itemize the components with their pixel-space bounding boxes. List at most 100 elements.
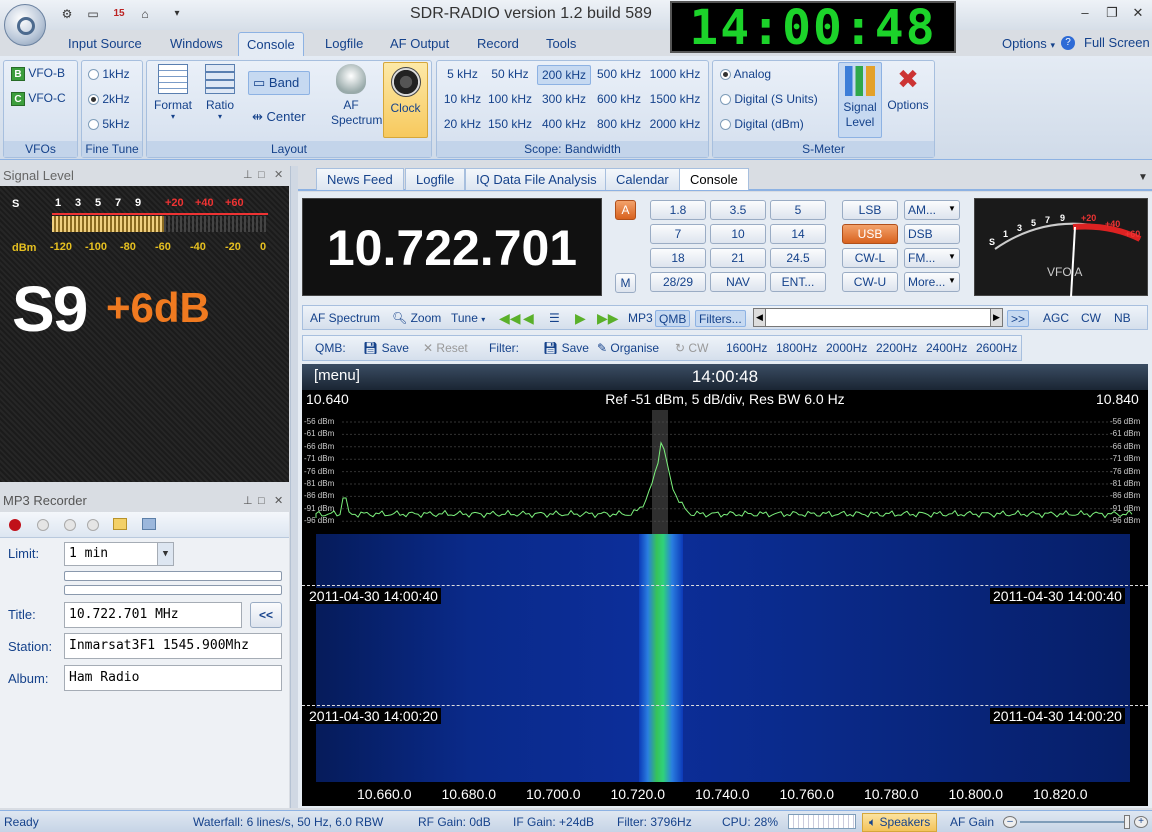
panel-splitter[interactable] <box>290 166 298 808</box>
pin-icon[interactable]: ⊥ <box>243 491 253 511</box>
mode-button-cwl[interactable]: CW-L <box>842 248 898 268</box>
mode-button-usb[interactable]: USB <box>842 224 898 244</box>
scope-bw-10khz[interactable]: 10 kHz <box>440 90 485 110</box>
calendar-icon[interactable]: 15 <box>110 6 128 22</box>
close-icon[interactable]: ✕ <box>1126 4 1150 22</box>
minimize-icon[interactable]: – <box>1073 4 1097 22</box>
band-button[interactable]: ▭ Band <box>248 71 310 95</box>
restore-icon[interactable]: ❐ <box>1100 4 1124 22</box>
folder-icon[interactable] <box>113 518 127 530</box>
vfo-a-button[interactable]: A <box>615 200 636 220</box>
scope-bw-800khz[interactable]: 800 kHz <box>592 115 646 135</box>
center-button[interactable]: ⇹ Center <box>252 109 306 125</box>
cw-tool[interactable]: CW <box>1081 310 1101 327</box>
qmb-tool[interactable]: QMB <box>655 310 691 327</box>
monitor-icon[interactable]: ▭ <box>84 6 102 22</box>
forward-icon[interactable]: ▶ <box>575 310 586 327</box>
mode-button-lsb[interactable]: LSB <box>842 200 898 220</box>
list-icon[interactable]: ☰ <box>549 310 560 327</box>
back-icon[interactable]: ◀ <box>523 310 534 327</box>
scope-bw-200khz[interactable]: 200 kHz <box>537 65 591 85</box>
cw-filter-button[interactable]: ↻ CW <box>675 340 708 357</box>
scope-bw-600khz[interactable]: 600 kHz <box>592 90 646 110</box>
title-field[interactable]: 10.722.701 MHz <box>64 602 242 628</box>
more-tool[interactable]: >> <box>1007 310 1030 327</box>
format-button[interactable]: Format ▾ <box>150 64 196 121</box>
tab-console-doc[interactable]: Console <box>679 168 749 190</box>
filter-preset-2400hz[interactable]: 2400Hz <box>926 340 967 357</box>
af-spectrum-tool[interactable]: AF Spectrum <box>310 310 380 327</box>
band-button-35[interactable]: 3.5 <box>710 200 766 220</box>
mode-button-cwu[interactable]: CW-U <box>842 272 898 292</box>
filter-preset-2000hz[interactable]: 2000Hz <box>826 340 867 357</box>
band-button-nav[interactable]: NAV <box>710 272 766 292</box>
tuning-scrollbar[interactable]: ◀ ▶ <box>753 308 1003 327</box>
gear-icon[interactable]: ⚙ <box>58 6 76 22</box>
zoom-tool[interactable]: 🔍︎ Zoom <box>392 310 441 327</box>
scope-bw-150khz[interactable]: 150 kHz <box>485 115 535 135</box>
album-field[interactable]: Ham Radio <box>64 665 282 691</box>
scope-bw-300khz[interactable]: 300 kHz <box>537 90 591 110</box>
band-button-10[interactable]: 10 <box>710 224 766 244</box>
filter-preset-1600hz[interactable]: 1600Hz <box>726 340 767 357</box>
app-menu-button[interactable] <box>4 4 46 46</box>
band-button-5[interactable]: 5 <box>770 200 826 220</box>
mode-button-dsb[interactable]: DSB <box>904 224 960 244</box>
home-icon[interactable]: ⌂ <box>136 6 154 22</box>
band-button-14[interactable]: 14 <box>770 224 826 244</box>
vfo-c-button[interactable]: C VFO-C <box>11 91 66 106</box>
tab-console[interactable]: Console <box>238 32 304 56</box>
scope-bw-50khz[interactable]: 50 kHz <box>485 65 535 85</box>
af-gain-plus-icon[interactable]: + <box>1134 816 1148 828</box>
frequency-display[interactable]: 10.722.701 <box>302 198 602 296</box>
record-icon[interactable] <box>9 519 21 531</box>
station-field[interactable]: Inmarsat3F1 1545.900Mhz <box>64 633 282 659</box>
spectrum-plot[interactable]: -56 dBm -61 dBm -66 dBm -71 dBm -76 dBm -81 d… <box>302 410 1148 534</box>
copy-frequency-button[interactable]: << <box>250 602 282 628</box>
band-button-2829[interactable]: 28/29 <box>650 272 706 292</box>
float-icon[interactable]: □ <box>258 166 265 185</box>
limit-select[interactable]: 1 min ▼ <box>64 542 174 566</box>
band-button-18[interactable]: 1.8 <box>650 200 706 220</box>
qmb-reset-button[interactable]: ✕ Reset <box>423 340 468 357</box>
af-gain-thumb[interactable] <box>1124 815 1130 829</box>
help-icon[interactable]: ? <box>1061 36 1075 50</box>
chevron-down-icon[interactable]: ▼ <box>157 543 173 565</box>
full-screen-button[interactable]: Full Screen <box>1084 35 1150 50</box>
fine-tune-2khz[interactable]: 2kHz <box>88 92 130 106</box>
tab-iq-data[interactable]: IQ Data File Analysis <box>465 168 608 190</box>
band-button-7[interactable]: 7 <box>650 224 706 244</box>
scope-bw-1000khz[interactable]: 1000 kHz <box>646 65 704 85</box>
ratio-button[interactable]: Ratio ▾ <box>199 64 241 121</box>
memory-button[interactable]: M <box>615 273 636 293</box>
scroll-right-icon[interactable]: ▶ <box>990 309 1002 326</box>
organise-button[interactable]: ✎ Organise <box>597 340 659 357</box>
scope-bw-100khz[interactable]: 100 kHz <box>485 90 535 110</box>
signal-level-button[interactable]: Signal Level <box>838 62 882 138</box>
float-icon[interactable]: □ <box>258 491 265 511</box>
band-button-21[interactable]: 21 <box>710 248 766 268</box>
scope-bw-2000khz[interactable]: 2000 kHz <box>646 115 704 135</box>
fine-tune-5khz[interactable]: 5kHz <box>88 117 130 131</box>
scope-bw-1500khz[interactable]: 1500 kHz <box>646 90 704 110</box>
scope-bw-20khz[interactable]: 20 kHz <box>440 115 485 135</box>
af-spectrum-button[interactable]: AF Spectrum <box>320 64 382 128</box>
band-button-18[interactable]: 18 <box>650 248 706 268</box>
scope-bw-5khz[interactable]: 5 kHz <box>440 65 485 85</box>
tab-windows[interactable]: Windows <box>162 32 231 56</box>
af-gain-minus-icon[interactable]: – <box>1003 816 1017 828</box>
tab-record[interactable]: Record <box>469 32 527 56</box>
clock-button[interactable]: Clock <box>383 62 428 138</box>
rewind-icon[interactable] <box>64 519 76 531</box>
waterfall[interactable]: 2011-04-30 14:00:40 2011-04-30 14:00:40 … <box>302 534 1148 782</box>
band-button-ent[interactable]: ENT... <box>770 272 826 292</box>
fast-forward-icon[interactable]: ▶▶ <box>597 310 619 327</box>
smeter-digital-s[interactable]: Digital (S Units) <box>720 92 818 106</box>
tab-logfile-doc[interactable]: Logfile <box>405 168 466 190</box>
agc-tool[interactable]: AGC <box>1043 310 1069 327</box>
tab-list-chevron-icon[interactable]: ▼ <box>1138 172 1148 183</box>
properties-icon[interactable] <box>142 518 156 530</box>
tune-tool[interactable]: Tune ▾ <box>451 310 485 327</box>
band-button-245[interactable]: 24.5 <box>770 248 826 268</box>
stop-icon[interactable] <box>37 519 49 531</box>
